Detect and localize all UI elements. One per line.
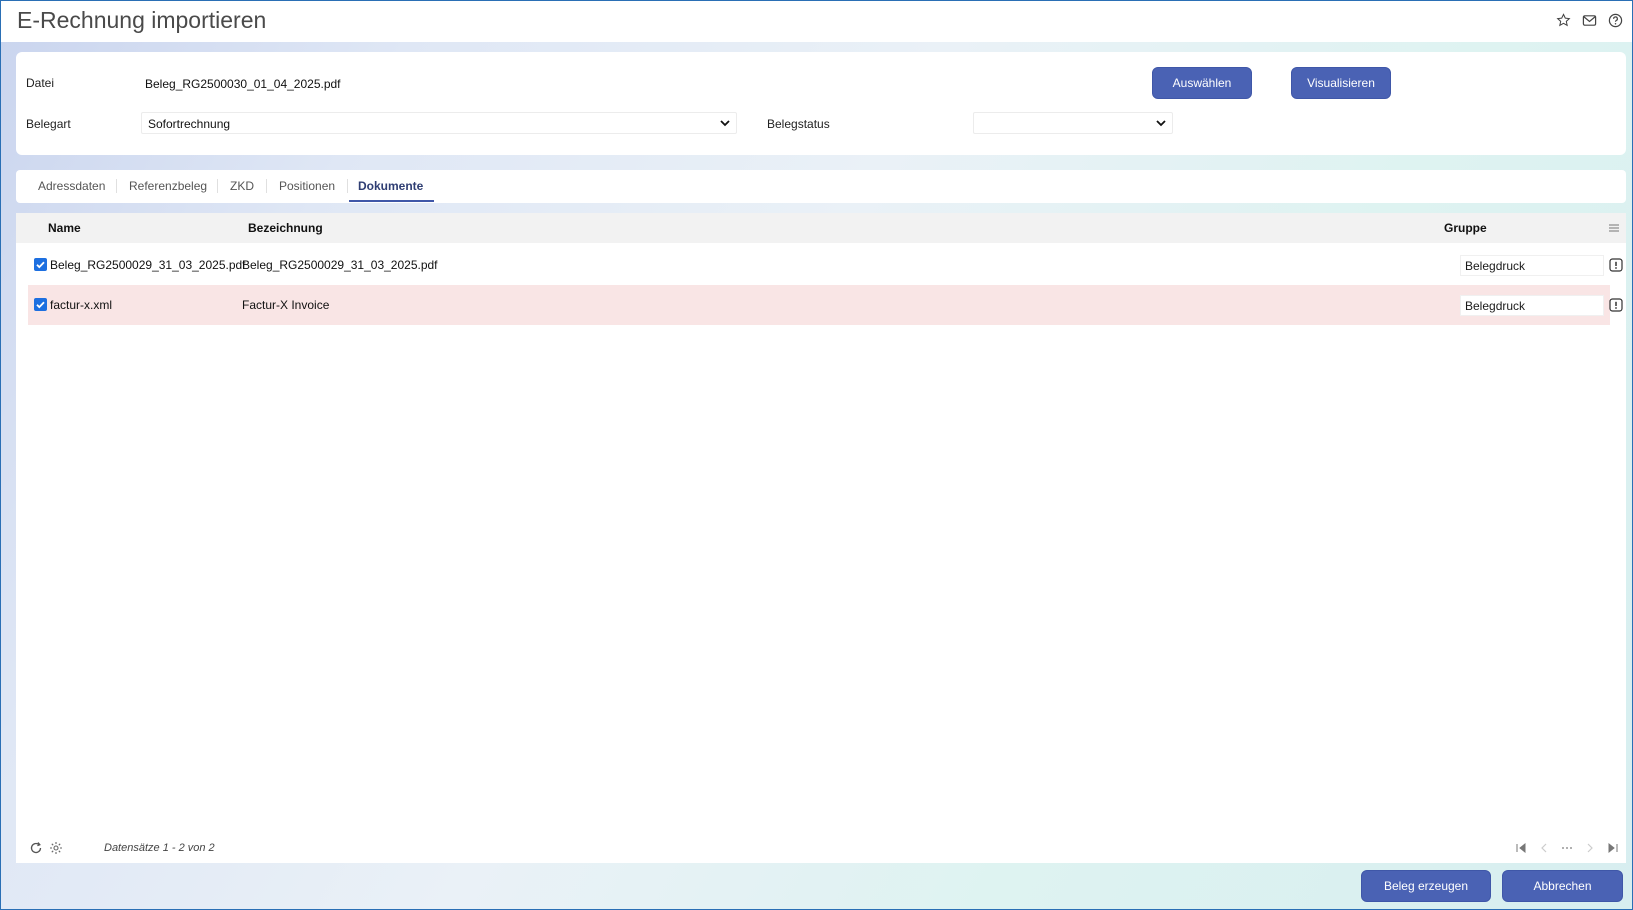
exclamation-icon[interactable] xyxy=(1609,298,1623,312)
mail-icon[interactable] xyxy=(1580,11,1598,29)
exclamation-icon[interactable] xyxy=(1609,258,1623,272)
title-bar: E-Rechnung importieren xyxy=(1,1,1632,42)
next-page-icon[interactable] xyxy=(1583,841,1597,855)
tab-bar: Adressdaten Referenzbeleg ZKD Positionen… xyxy=(16,170,1626,203)
column-menu-icon[interactable] xyxy=(1608,222,1620,234)
belegstatus-select[interactable] xyxy=(973,112,1173,134)
help-icon[interactable] xyxy=(1606,11,1624,29)
belegart-value: Sofortrechnung xyxy=(148,117,231,131)
page-title: E-Rechnung importieren xyxy=(17,7,267,33)
row-bezeichnung: Beleg_RG2500029_31_03_2025.pdf xyxy=(242,258,438,272)
tab-positionen[interactable]: Positionen xyxy=(279,179,335,193)
row-gruppe-input[interactable]: Belegdruck xyxy=(1460,295,1604,316)
visualize-button[interactable]: Visualisieren xyxy=(1291,67,1391,99)
column-header-bezeichnung[interactable]: Bezeichnung xyxy=(248,221,323,235)
belegart-select[interactable]: Sofortrechnung xyxy=(141,112,737,134)
tab-divider xyxy=(347,179,348,193)
grid-footer: Datensätze 1 - 2 von 2 xyxy=(16,833,1626,863)
cancel-button[interactable]: Abbrechen xyxy=(1502,870,1623,902)
belegart-label: Belegart xyxy=(26,117,71,131)
row-checkbox[interactable] xyxy=(34,298,47,311)
record-count: Datensätze 1 - 2 von 2 xyxy=(104,842,215,854)
check-icon xyxy=(36,261,45,269)
last-page-icon[interactable] xyxy=(1606,841,1620,855)
row-bezeichnung: Factur-X Invoice xyxy=(242,298,330,312)
prev-page-icon[interactable] xyxy=(1537,841,1551,855)
more-pages-icon[interactable] xyxy=(1560,841,1574,855)
chevron-down-icon xyxy=(720,120,730,127)
row-name: factur-x.xml xyxy=(50,298,113,312)
active-tab-indicator xyxy=(349,200,434,202)
row-gruppe-input[interactable]: Belegdruck xyxy=(1460,255,1604,276)
check-icon xyxy=(36,301,45,309)
grid-header: Name Bezeichnung Gruppe xyxy=(16,213,1626,243)
tab-divider xyxy=(266,179,267,193)
tab-adressdaten[interactable]: Adressdaten xyxy=(38,179,105,193)
tab-divider xyxy=(116,179,117,193)
tab-dokumente[interactable]: Dokumente xyxy=(358,179,423,193)
documents-grid: Name Bezeichnung Gruppe Beleg_RG2500029_… xyxy=(16,213,1626,863)
column-header-name[interactable]: Name xyxy=(48,221,81,235)
row-checkbox[interactable] xyxy=(34,258,47,271)
tab-referenzbeleg[interactable]: Referenzbeleg xyxy=(129,179,207,193)
datei-label: Datei xyxy=(26,76,55,90)
first-page-icon[interactable] xyxy=(1514,841,1528,855)
settings-icon[interactable] xyxy=(49,841,63,855)
tab-zkd[interactable]: ZKD xyxy=(230,179,254,193)
tab-divider xyxy=(217,179,218,193)
column-header-gruppe[interactable]: Gruppe xyxy=(1444,221,1487,235)
table-row[interactable]: factur-x.xml Factur-X Invoice Belegdruck xyxy=(28,285,1623,325)
datei-value: Beleg_RG2500030_01_04_2025.pdf xyxy=(145,77,341,91)
document-header-panel: Datei Beleg_RG2500030_01_04_2025.pdf Aus… xyxy=(16,52,1626,155)
chevron-down-icon xyxy=(1156,120,1166,127)
belegstatus-label: Belegstatus xyxy=(767,117,830,131)
create-document-button[interactable]: Beleg erzeugen xyxy=(1361,870,1491,902)
select-file-button[interactable]: Auswählen xyxy=(1152,67,1252,99)
refresh-icon[interactable] xyxy=(29,841,43,855)
table-row[interactable]: Beleg_RG2500029_31_03_2025.pdf Beleg_RG2… xyxy=(28,245,1623,285)
row-name: Beleg_RG2500029_31_03_2025.pdf xyxy=(50,258,246,272)
title-icons xyxy=(1554,11,1624,29)
star-icon[interactable] xyxy=(1554,11,1572,29)
